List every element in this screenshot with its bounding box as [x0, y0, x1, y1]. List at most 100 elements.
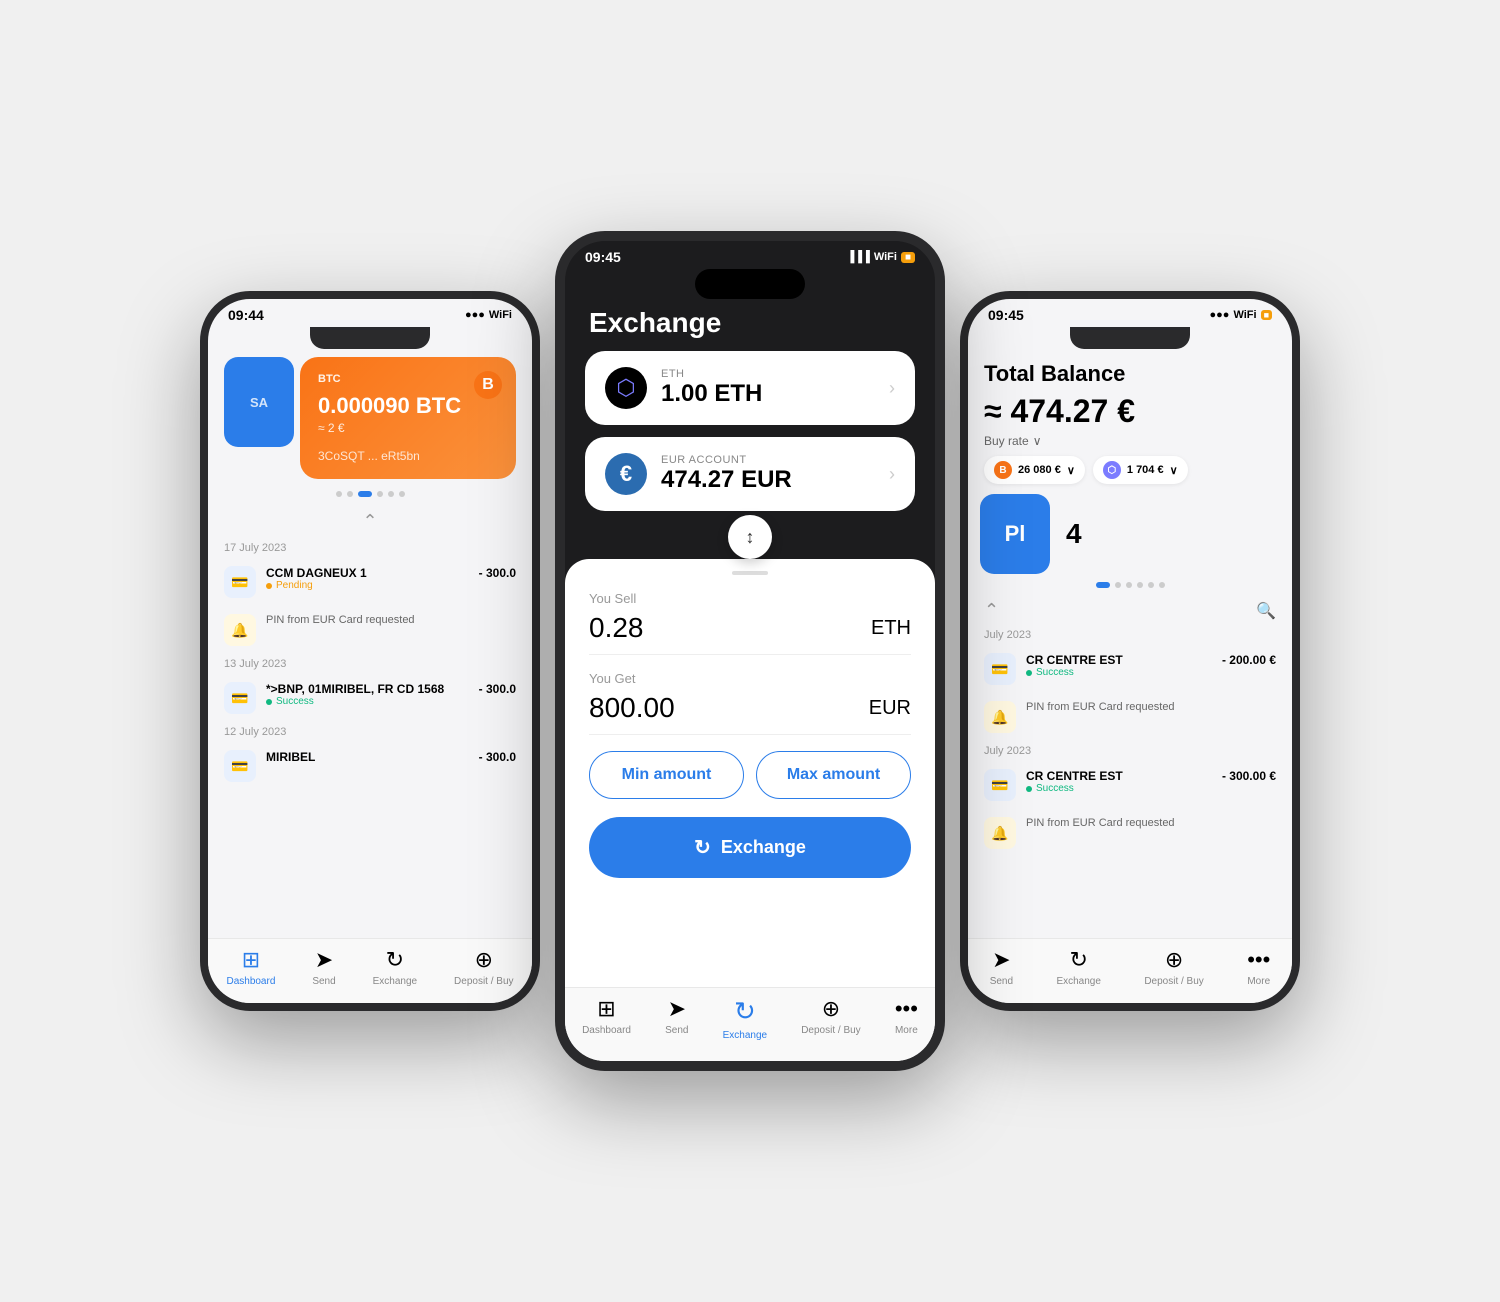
exchange-button[interactable]: ↻ Exchange: [589, 817, 911, 878]
eur-icon: €: [605, 453, 647, 495]
deposit-icon-right: ⊕: [1165, 947, 1183, 973]
left-status-bar: 09:44 ●●● WiFi: [208, 299, 532, 327]
right-success-label-2: Success: [1036, 783, 1074, 794]
right-nav-send[interactable]: ➤ Send: [990, 947, 1013, 987]
btc-pill[interactable]: B 26 080 € ∨: [984, 456, 1085, 484]
btc-card[interactable]: BTC B 0.000090 BTC ≈ 2 € 3CoSQT ... eRt5…: [300, 357, 516, 479]
deposit-label-right: Deposit / Buy: [1144, 976, 1203, 987]
pending-dot: [266, 583, 272, 589]
buy-rate-chevron: ∨: [1033, 434, 1042, 448]
right-dot-3: [1126, 582, 1132, 588]
center-nav-send[interactable]: ➤ Send: [665, 996, 688, 1041]
trans-amount-2: - 300.0: [479, 682, 516, 696]
left-nav-send[interactable]: ➤ Send: [312, 947, 335, 987]
center-signal-icon: ▐▐▐: [846, 251, 869, 263]
swap-button[interactable]: ↕: [728, 515, 772, 559]
right-blue-card[interactable]: Pl: [980, 494, 1050, 574]
dot-4: [377, 491, 383, 497]
right-trans-status-2: Success: [1026, 783, 1212, 794]
left-date-3: 12 July 2023: [208, 722, 532, 742]
right-trans-details-1: CR CENTRE EST Success: [1026, 653, 1212, 678]
right-status-icons: ●●● WiFi ■: [1210, 309, 1273, 321]
send-label-left: Send: [312, 976, 335, 987]
left-nav-exchange[interactable]: ↻ Exchange: [373, 947, 417, 987]
eur-label: EUR ACCOUNT: [661, 454, 792, 466]
eur-card[interactable]: € EUR ACCOUNT 474.27 EUR ›: [585, 437, 915, 511]
left-notch: [310, 327, 430, 349]
min-amount-button[interactable]: Min amount: [589, 751, 744, 799]
trans-details-1: CCM DAGNEUX 1 Pending: [266, 566, 469, 591]
deposit-label-center: Deposit / Buy: [801, 1025, 860, 1036]
left-phone: 09:44 ●●● WiFi SA BTC B 0.000090 BTC ≈: [200, 291, 540, 1011]
right-success-dot-1: [1026, 670, 1032, 676]
total-balance-value: ≈ 474.27 €: [968, 391, 1292, 432]
center-bottom-nav: ⊞ Dashboard ➤ Send ↻ Exchange ⊕ Deposit …: [565, 987, 935, 1061]
right-time: 09:45: [988, 307, 1024, 323]
you-get-label: You Get: [589, 671, 911, 686]
right-notch: [1070, 327, 1190, 349]
right-trans-card-2: 💳: [984, 769, 1016, 801]
trans-card-icon-3: 💳: [224, 750, 256, 782]
trans-name-2: *>BNP, 01MIRIBEL, FR CD 1568: [266, 682, 469, 696]
exchange-icon-right: ↻: [1069, 947, 1087, 973]
right-nav-more[interactable]: ••• More: [1247, 947, 1270, 987]
eth-chevron: ›: [889, 378, 895, 399]
trans-bell-icon-1: 🔔: [224, 614, 256, 646]
left-divider: ⌃: [208, 505, 532, 538]
exchange-btn-label: Exchange: [721, 837, 806, 858]
eth-pill-value: 1 704 €: [1127, 464, 1164, 476]
right-cards-row: Pl 4: [968, 494, 1292, 574]
left-cards-preview: SA BTC B 0.000090 BTC ≈ 2 € 3CoSQT ... e…: [208, 357, 532, 479]
trans-card-icon-2: 💳: [224, 682, 256, 714]
dashboard-label-left: Dashboard: [226, 976, 275, 987]
right-dot-4: [1137, 582, 1143, 588]
buy-rate-row[interactable]: Buy rate ∨: [968, 432, 1292, 450]
center-nav-more[interactable]: ••• More: [895, 996, 918, 1041]
send-label-right: Send: [990, 976, 1013, 987]
eth-value: 1.00 ETH: [661, 380, 762, 408]
right-trans-amount-1: - 200.00 €: [1222, 653, 1276, 667]
right-signal-icon: ●●●: [1210, 309, 1230, 321]
max-amount-button[interactable]: Max amount: [756, 751, 911, 799]
right-divider: ⌃: [984, 600, 999, 621]
left-nav-deposit[interactable]: ⊕ Deposit / Buy: [454, 947, 513, 987]
you-sell-label: You Sell: [589, 591, 911, 606]
eur-value: 474.27 EUR: [661, 466, 792, 494]
sheet-handle: [732, 571, 768, 575]
center-nav-dashboard[interactable]: ⊞ Dashboard: [582, 996, 631, 1041]
success-dot-1: [266, 699, 272, 705]
dot-5: [388, 491, 394, 497]
you-get-row[interactable]: 800.00 EUR: [589, 692, 911, 735]
eth-card-inner: ⬡ ETH 1.00 ETH: [605, 367, 762, 409]
right-trans-card-1: 💳: [984, 653, 1016, 685]
dashboard-icon-center: ⊞: [597, 996, 615, 1022]
trans-desc-1: PIN from EUR Card requested: [266, 614, 415, 626]
left-blue-card[interactable]: SA: [224, 357, 294, 447]
right-blue-card-label: Pl: [1005, 521, 1026, 547]
right-bell-1: 🔔: [984, 701, 1016, 733]
eth-card[interactable]: ⬡ ETH 1.00 ETH ›: [585, 351, 915, 425]
search-icon-right[interactable]: 🔍: [1256, 601, 1276, 621]
eur-card-inner: € EUR ACCOUNT 474.27 EUR: [605, 453, 792, 495]
center-dynamic-island: [695, 269, 805, 299]
right-trans-3: 💳 CR CENTRE EST Success - 300.00 €: [968, 761, 1292, 809]
center-nav-exchange[interactable]: ↻ Exchange: [723, 996, 767, 1041]
right-wifi-icon: WiFi: [1233, 309, 1256, 321]
right-trans-desc-2: PIN from EUR Card requested: [1026, 817, 1175, 829]
right-nav-deposit[interactable]: ⊕ Deposit / Buy: [1144, 947, 1203, 987]
right-nav-exchange[interactable]: ↻ Exchange: [1056, 947, 1100, 987]
send-icon-left: ➤: [315, 947, 333, 973]
eth-label: ETH: [661, 368, 762, 380]
left-card-dots: [208, 491, 532, 497]
left-nav-dashboard[interactable]: ⊞ Dashboard: [226, 947, 275, 987]
cards-area: ⬡ ETH 1.00 ETH › € EUR ACCOUNT 47: [565, 351, 935, 539]
center-nav-deposit[interactable]: ⊕ Deposit / Buy: [801, 996, 860, 1041]
pending-label: Pending: [276, 580, 313, 591]
right-header-row: ⌃ 🔍: [968, 596, 1292, 625]
right-trans-amount-2: - 300.00 €: [1222, 769, 1276, 783]
exchange-icon-left: ↻: [386, 947, 404, 973]
btc-eur: ≈ 2 €: [318, 421, 498, 435]
eth-pill[interactable]: ⬡ 1 704 € ∨: [1093, 456, 1188, 484]
trans-amount-3: - 300.0: [479, 750, 516, 764]
you-sell-row[interactable]: 0.28 ETH: [589, 612, 911, 655]
